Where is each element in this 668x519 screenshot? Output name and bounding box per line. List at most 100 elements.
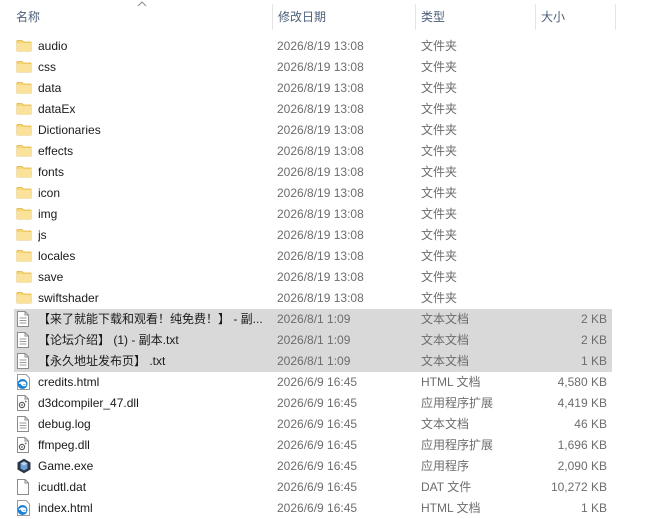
file-name[interactable]: data	[38, 78, 270, 99]
column-header-date[interactable]: 修改日期	[272, 0, 415, 32]
file-type: 文件夹	[421, 60, 458, 74]
file-name[interactable]: debug.log	[38, 414, 270, 435]
file-name[interactable]: credits.html	[38, 372, 270, 393]
file-size: 2,090 KB	[557, 459, 607, 473]
file-size: 4,419 KB	[557, 396, 607, 410]
file-row[interactable]: img 2026/8/19 13:08 文件夹	[14, 204, 612, 225]
file-size	[534, 78, 607, 99]
folder-icon	[16, 288, 34, 309]
file-type: 应用程序扩展	[421, 438, 494, 452]
file-name[interactable]: js	[38, 225, 270, 246]
file-name[interactable]: 【来了就能下载和观看！纯免费！】 - 副...	[38, 309, 270, 330]
folder-icon	[16, 204, 34, 225]
file-modified-date: 2026/6/9 16:45	[277, 501, 358, 515]
file-row[interactable]: js 2026/8/19 13:08 文件夹	[14, 225, 612, 246]
file-name[interactable]: index.html	[38, 498, 270, 519]
file-size	[534, 57, 607, 78]
file-modified-date: 2026/8/19 13:08	[277, 39, 364, 53]
file-type: 文本文档	[421, 354, 470, 368]
file-size	[534, 162, 607, 183]
file-type: HTML 文档	[421, 375, 481, 389]
file-type: 文件夹	[421, 186, 458, 200]
file-name[interactable]: icon	[38, 183, 270, 204]
edge-html-icon	[16, 372, 34, 393]
file-name[interactable]: Dictionaries	[38, 120, 270, 141]
file-row[interactable]: swiftshader 2026/8/19 13:08 文件夹	[14, 288, 612, 309]
file-row[interactable]: debug.log 2026/6/9 16:45 文本文档 46 KB	[14, 414, 612, 435]
file-row[interactable]: d3dcompiler_47.dll 2026/6/9 16:45 应用程序扩展 4,…	[14, 393, 612, 414]
column-divider[interactable]	[615, 4, 616, 30]
file-size	[534, 36, 607, 57]
game-exe-icon	[16, 456, 34, 477]
file-row[interactable]: icon 2026/8/19 13:08 文件夹	[14, 183, 612, 204]
file-modified-date: 2026/8/19 13:08	[277, 186, 364, 200]
file-name[interactable]: audio	[38, 36, 270, 57]
file-name[interactable]: dataEx	[38, 99, 270, 120]
file-name[interactable]: 【永久地址发布页】 .txt	[38, 351, 270, 372]
file-row[interactable]: 【永久地址发布页】 .txt 2026/8/1 1:09 文本文档 1 KB	[14, 351, 612, 372]
folder-icon	[16, 36, 34, 57]
file-row[interactable]: dataEx 2026/8/19 13:08 文件夹	[14, 99, 612, 120]
file-size	[534, 141, 607, 162]
file-row[interactable]: effects 2026/8/19 13:08 文件夹	[14, 141, 612, 162]
file-name[interactable]: img	[38, 204, 270, 225]
column-header-type[interactable]: 类型	[415, 0, 535, 32]
file-modified-date: 2026/6/9 16:45	[277, 438, 358, 452]
file-modified-date: 2026/6/9 16:45	[277, 459, 358, 473]
file-type: 文件夹	[421, 270, 458, 284]
file-modified-date: 2026/8/19 13:08	[277, 60, 364, 74]
file-modified-date: 2026/8/19 13:08	[277, 123, 364, 137]
file-row[interactable]: data 2026/8/19 13:08 文件夹	[14, 78, 612, 99]
column-header-bar: 名称 修改日期 类型 大小	[0, 0, 668, 32]
file-size: 10,272 KB	[550, 480, 607, 494]
file-row[interactable]: 【论坛介绍】 (1) - 副本.txt 2026/8/1 1:09 文本文档 2 KB	[14, 330, 612, 351]
blank-file-icon	[16, 477, 34, 498]
file-row[interactable]: audio 2026/8/19 13:08 文件夹	[14, 36, 612, 57]
file-row[interactable]: index.html 2026/6/9 16:45 HTML 文档 1 KB	[14, 498, 612, 519]
file-row[interactable]: ffmpeg.dll 2026/6/9 16:45 应用程序扩展 1,696 KB	[14, 435, 612, 456]
file-type: 文本文档	[421, 417, 470, 431]
column-header-size[interactable]: 大小	[535, 0, 615, 32]
file-row[interactable]: css 2026/8/19 13:08 文件夹	[14, 57, 612, 78]
file-row[interactable]: Game.exe 2026/6/9 16:45 应用程序 2,090 KB	[14, 456, 612, 477]
file-row[interactable]: icudtl.dat 2026/6/9 16:45 DAT 文件 10,272 KB	[14, 477, 612, 498]
file-type: 应用程序扩展	[421, 396, 494, 410]
file-name[interactable]: icudtl.dat	[38, 477, 270, 498]
folder-icon	[16, 246, 34, 267]
file-name[interactable]: locales	[38, 246, 270, 267]
folder-icon	[16, 141, 34, 162]
file-row[interactable]: locales 2026/8/19 13:08 文件夹	[14, 246, 612, 267]
file-name[interactable]: swiftshader	[38, 288, 270, 309]
file-row[interactable]: save 2026/8/19 13:08 文件夹	[14, 267, 612, 288]
file-size	[534, 183, 607, 204]
file-modified-date: 2026/8/19 13:08	[277, 228, 364, 242]
file-type: 文件夹	[421, 81, 458, 95]
file-name[interactable]: fonts	[38, 162, 270, 183]
file-modified-date: 2026/8/19 13:08	[277, 207, 364, 221]
column-header-name[interactable]: 名称	[10, 0, 272, 32]
file-name[interactable]: d3dcompiler_47.dll	[38, 393, 270, 414]
file-name[interactable]: css	[38, 57, 270, 78]
file-size: 4,580 KB	[557, 375, 607, 389]
file-size	[534, 288, 607, 309]
file-modified-date: 2026/6/9 16:45	[277, 375, 358, 389]
file-modified-date: 2026/8/19 13:08	[277, 291, 364, 305]
folder-icon	[16, 267, 34, 288]
file-size	[534, 267, 607, 288]
file-name[interactable]: save	[38, 267, 270, 288]
file-row[interactable]: credits.html 2026/6/9 16:45 HTML 文档 4,580 K…	[14, 372, 612, 393]
file-type: 文件夹	[421, 165, 458, 179]
file-name[interactable]: 【论坛介绍】 (1) - 副本.txt	[38, 330, 270, 351]
file-row[interactable]: Dictionaries 2026/8/19 13:08 文件夹	[14, 120, 612, 141]
file-type: 文件夹	[421, 207, 458, 221]
file-name[interactable]: Game.exe	[38, 456, 270, 477]
file-size: 2 KB	[580, 333, 607, 347]
file-name[interactable]: effects	[38, 141, 270, 162]
file-type: 文件夹	[421, 39, 458, 53]
file-row[interactable]: 【来了就能下载和观看！纯免费！】 - 副... 2026/8/1 1:09 文本文档…	[14, 309, 612, 330]
file-size	[534, 120, 607, 141]
file-row[interactable]: fonts 2026/8/19 13:08 文件夹	[14, 162, 612, 183]
text-file-icon	[16, 351, 34, 372]
file-type: 文件夹	[421, 123, 458, 137]
file-name[interactable]: ffmpeg.dll	[38, 435, 270, 456]
